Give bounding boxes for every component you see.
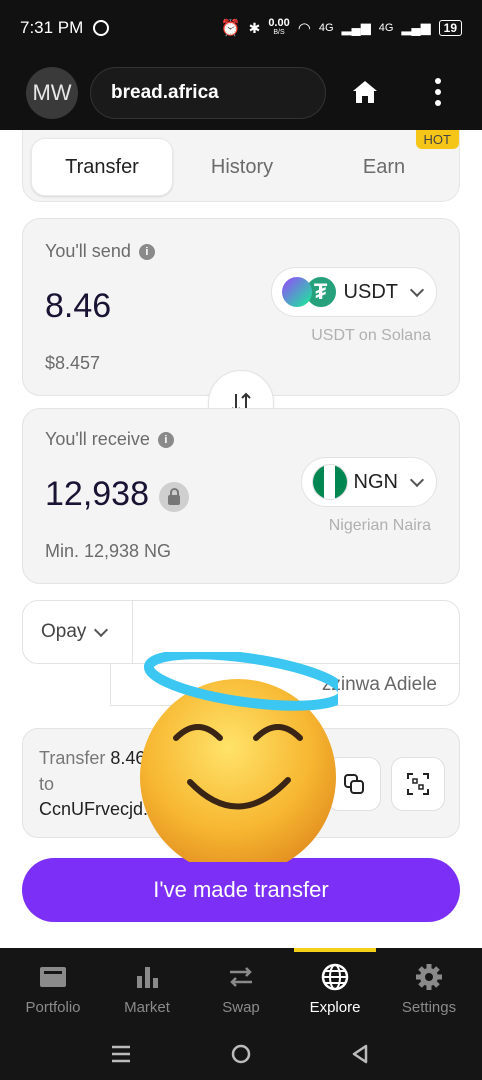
bluetooth-icon: ✱ [248, 19, 261, 36]
nav-portfolio[interactable]: Portfolio [6, 948, 100, 1030]
lock-icon [159, 482, 189, 512]
bank-account-row: Opay [22, 600, 460, 664]
receive-amount: 12,938 [45, 475, 149, 513]
wifi-icon: ◠ [297, 20, 311, 37]
qr-code-button[interactable] [391, 757, 445, 811]
info-icon[interactable]: i [138, 243, 155, 260]
tab-bar: Transfer History Earn HOT [22, 130, 460, 202]
network-type-1: 4G [318, 22, 334, 34]
token-label: USDT [343, 280, 398, 303]
nav-explore[interactable]: Explore [288, 948, 382, 1030]
signal-icon: ▂▄▆ [401, 20, 431, 35]
transfer-network: Solana [229, 748, 286, 768]
token-network: USDT on Solana [311, 327, 431, 344]
bank-name: Opay [41, 621, 87, 642]
token-selector[interactable]: ₮ USDT [270, 267, 437, 317]
send-amount-input[interactable]: 8.46 [45, 287, 111, 326]
home-icon[interactable] [352, 80, 378, 104]
network-type-2: 4G [378, 22, 394, 34]
chevron-down-icon [409, 282, 425, 297]
tab-transfer[interactable]: Transfer [31, 138, 173, 196]
url-bar[interactable]: bread.africa [90, 67, 326, 119]
currency-name: Nigerian Naira [328, 517, 431, 534]
receive-card: You'll receive i 12,938 Min. 12,938 NG N… [22, 408, 460, 584]
back-icon[interactable] [350, 1043, 370, 1065]
gear-icon [414, 963, 444, 991]
main-content: Transfer History Earn HOT You'll send i … [0, 130, 482, 948]
receive-minimum: Min. 12,938 NG [45, 541, 172, 561]
send-label: You'll send [45, 241, 131, 261]
status-indicators: ⏰ ✱ 0.00 B/S ◠ 4G ▂▄▆ 4G ▂▄▆ 19 [221, 18, 462, 38]
swap-arrows-icon [226, 963, 256, 991]
qr-code-icon [407, 773, 429, 795]
copy-address-button[interactable] [327, 757, 381, 811]
currency-label: NGN [353, 470, 398, 493]
whatsapp-icon [93, 20, 110, 36]
receive-label: You'll receive [45, 429, 150, 449]
home-nav-icon[interactable] [230, 1043, 252, 1065]
chevron-down-icon [409, 472, 425, 487]
nigeria-flag-icon [311, 464, 348, 500]
nav-market[interactable]: Market [100, 948, 194, 1030]
avatar[interactable]: MW [26, 67, 78, 119]
made-transfer-button[interactable]: I've made transfer [22, 858, 460, 922]
send-label-row: You'll send i [45, 241, 155, 262]
browser-bar: MW bread.africa [0, 56, 482, 130]
status-time: 7:31 PM [20, 18, 84, 37]
currency-selector[interactable]: NGN [300, 457, 437, 507]
send-usd-value: $8.457 [45, 353, 101, 373]
status-bar: 7:31 PM ⏰ ✱ 0.00 B/S ◠ 4G ▂▄▆ 4G ▂▄▆ 19 [0, 0, 482, 56]
wallet-icon [38, 963, 68, 991]
solana-icon [281, 277, 312, 307]
globe-icon [320, 963, 350, 991]
copy-icon [344, 774, 364, 794]
account-name: zzinwa Adiele [110, 664, 460, 706]
bottom-nav: Portfolio Market Swap Explore Settings [0, 948, 482, 1030]
nav-settings[interactable]: Settings [382, 948, 476, 1030]
recents-icon[interactable] [110, 1044, 132, 1064]
tab-history[interactable]: History [171, 138, 313, 196]
alarm-icon: ⏰ [220, 20, 241, 37]
battery-indicator: 19 [438, 20, 462, 36]
bank-selector[interactable]: Opay [23, 601, 133, 663]
hot-badge: HOT [415, 130, 459, 149]
receive-label-row: You'll receive i [45, 429, 174, 450]
nav-swap[interactable]: Swap [194, 948, 288, 1030]
transfer-instructions-card: Transfer 8.46 USDT on Solana to CcnUFrve… [22, 728, 460, 838]
transfer-instructions: Transfer 8.46 USDT on Solana to [39, 748, 286, 794]
more-vert-icon[interactable] [434, 78, 442, 106]
transfer-amount: 8.46 USDT [110, 748, 200, 768]
bar-chart-icon [132, 963, 162, 991]
info-icon[interactable]: i [157, 431, 174, 448]
chevron-down-icon [94, 622, 109, 637]
wallet-address[interactable]: CcnUFrvecjd...6sKs3syQw2R [39, 799, 276, 820]
system-nav-bar [0, 1030, 482, 1080]
net-speed: 0.00 B/S [268, 17, 290, 37]
signal-icon: ▂▄▆ [341, 20, 371, 35]
